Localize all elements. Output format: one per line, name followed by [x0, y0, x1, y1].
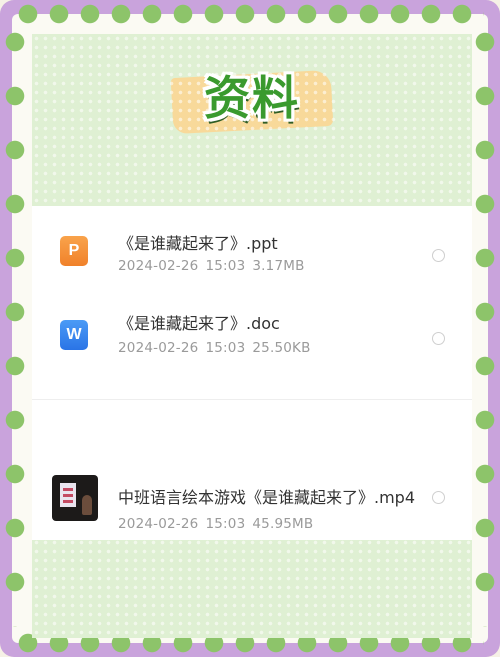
file-list: P 《是谁藏起来了》.ppt 2024-02-26 15:03 3.17MB W 《… — [32, 206, 472, 540]
file-item-video[interactable]: 中班语言绘本游戏《是谁藏起来了》.mp4 2024-02-26 15:03 45.9… — [32, 475, 472, 546]
file-meta: 2024-02-26 15:03 25.50KB — [118, 340, 318, 356]
dot-border-top — [16, 2, 484, 26]
file-time: 15:03 — [205, 340, 246, 356]
file-size: 3.17MB — [252, 258, 305, 274]
file-item-ppt[interactable]: P 《是谁藏起来了》.ppt 2024-02-26 15:03 3.17MB — [32, 228, 472, 298]
file-name: 《是谁藏起来了》.ppt — [118, 234, 278, 253]
ppt-file-icon: P — [60, 236, 88, 266]
file-date: 2024-02-26 — [118, 516, 199, 532]
title-badge: 资料 — [170, 52, 334, 136]
page-title: 资料 — [204, 71, 300, 125]
select-radio[interactable] — [432, 491, 445, 504]
thumbnail-person — [82, 495, 92, 515]
select-radio[interactable] — [432, 332, 445, 345]
word-file-icon: W — [60, 320, 88, 350]
file-meta: 2024-02-26 15:03 3.17MB — [118, 258, 312, 274]
file-time: 15:03 — [205, 258, 246, 274]
file-meta: 2024-02-26 15:03 45.95MB — [118, 516, 320, 532]
file-size: 45.95MB — [252, 516, 314, 532]
select-radio[interactable] — [432, 249, 445, 262]
file-time: 15:03 — [205, 516, 246, 532]
header: 资料 — [32, 34, 472, 206]
content-panel: 资料 P 《是谁藏起来了》.ppt 2024-02-26 15:03 3.17MB … — [32, 34, 472, 638]
file-item-doc[interactable]: W 《是谁藏起来了》.doc 2024-02-26 15:03 25.50KB — [32, 308, 472, 378]
video-thumbnail — [52, 475, 98, 521]
thumbnail-screen — [60, 483, 76, 507]
file-size: 25.50KB — [252, 340, 311, 356]
file-date: 2024-02-26 — [118, 340, 199, 356]
file-name: 中班语言绘本游戏《是谁藏起来了》.mp4 — [118, 488, 416, 507]
dot-border-left — [3, 30, 27, 627]
file-date: 2024-02-26 — [118, 258, 199, 274]
section-divider — [32, 399, 472, 400]
file-name: 《是谁藏起来了》.doc — [118, 314, 280, 333]
dot-border-right — [473, 30, 497, 627]
